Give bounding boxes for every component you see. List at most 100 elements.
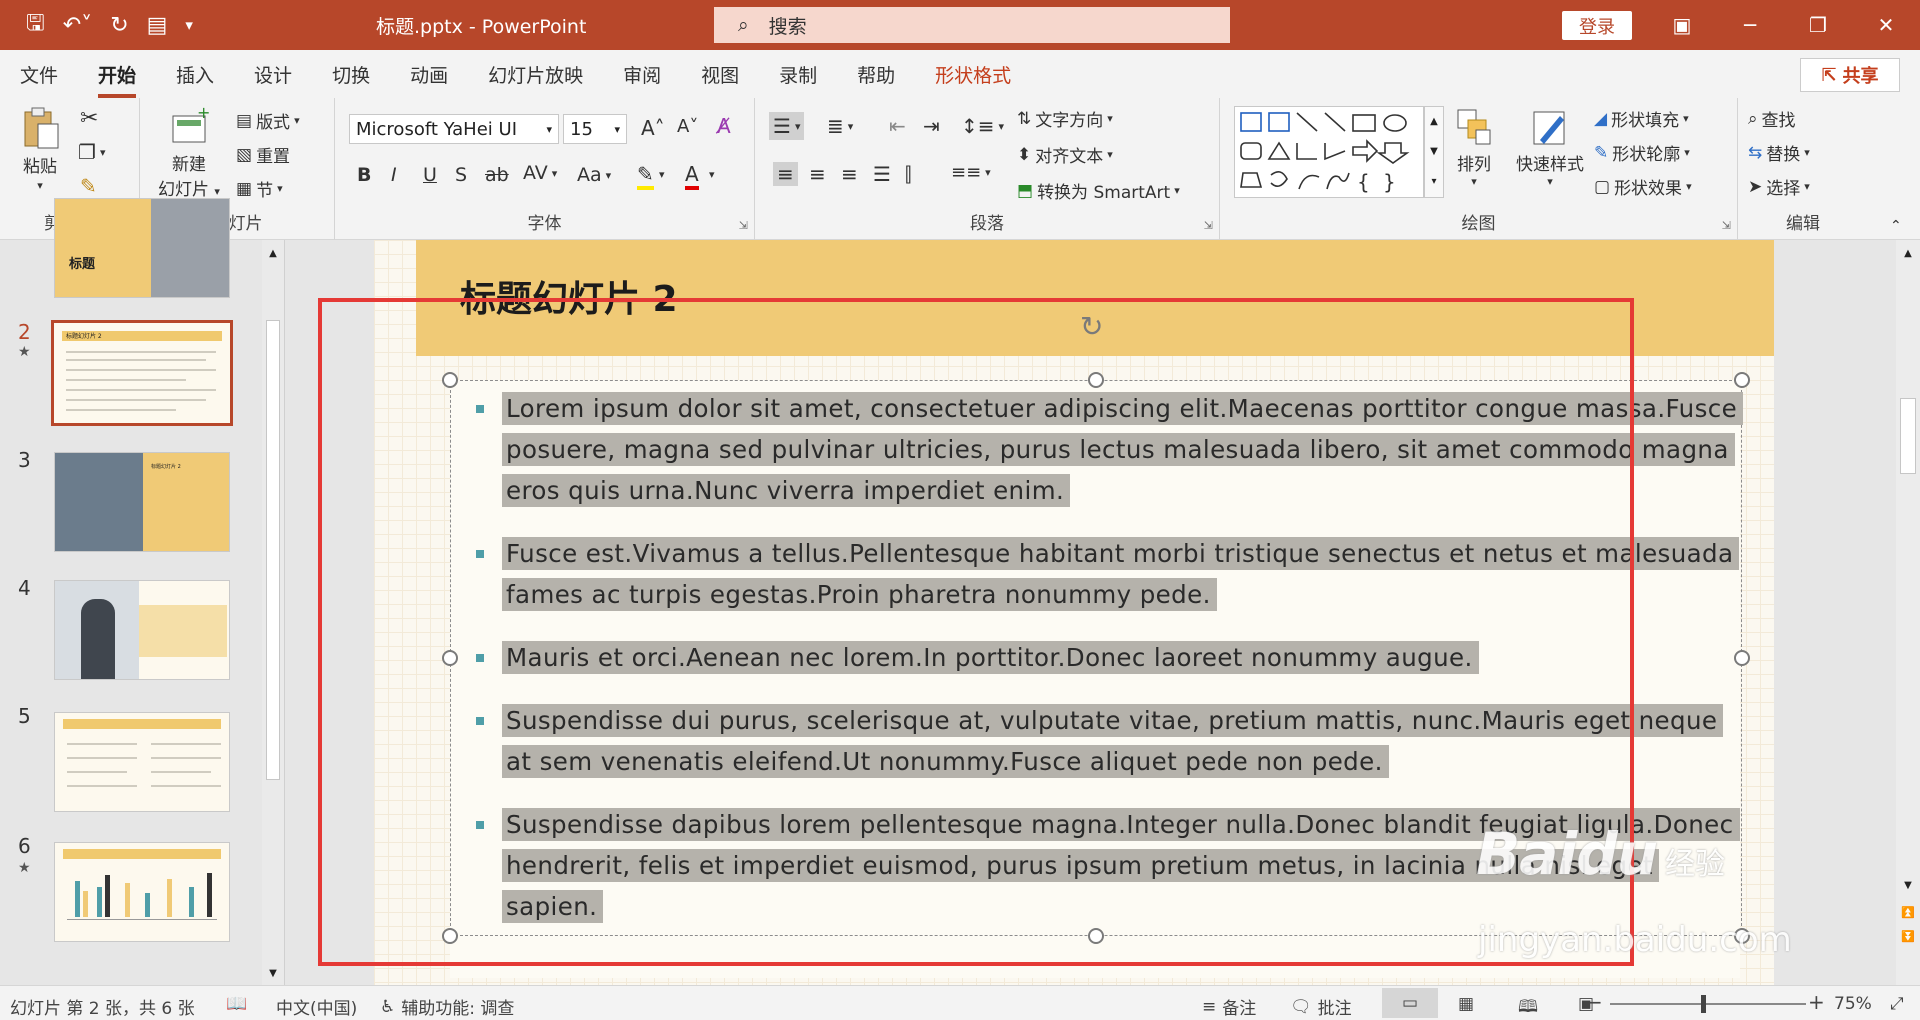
slide-scrollbar[interactable]: ▲ ▼ ⏫ ⏬ <box>1896 240 1920 985</box>
font-color-icon[interactable]: A <box>685 162 699 190</box>
grow-font-icon[interactable]: A˄ <box>641 116 665 140</box>
reset-button[interactable]: ▧ 重置 <box>236 142 290 168</box>
zoom-slider-thumb[interactable] <box>1701 995 1706 1013</box>
tab-insert[interactable]: 插入 <box>176 61 214 88</box>
chevron-down-icon[interactable]: ▾ <box>709 168 715 181</box>
redo-icon[interactable]: ↻ <box>110 13 128 38</box>
shape-effects-button[interactable]: ▢ 形状效果 ▾ <box>1594 174 1692 200</box>
find-button[interactable]: ⌕ 查找 <box>1748 106 1796 132</box>
tab-file[interactable]: 文件 <box>20 61 58 88</box>
save-icon[interactable]: 🖫 <box>26 6 45 44</box>
tab-home[interactable]: 开始 <box>98 61 137 98</box>
paragraph-launcher-icon[interactable]: ⇲ <box>1204 219 1213 232</box>
scroll-down-icon[interactable]: ▼ <box>1896 880 1920 891</box>
spell-check-icon[interactable]: 📖 <box>226 994 247 1014</box>
drawing-launcher-icon[interactable]: ⇲ <box>1722 219 1731 232</box>
shapes-scroll[interactable]: ▲ ▼ ▾ <box>1424 106 1444 198</box>
scroll-down-icon[interactable]: ▼ <box>262 968 284 979</box>
previous-slide-icon[interactable]: ⏫ <box>1896 906 1920 919</box>
shadow-icon[interactable]: S <box>455 164 467 186</box>
tab-transitions[interactable]: 切换 <box>332 61 370 88</box>
copy-icon[interactable]: ❐ ▾ <box>78 140 105 164</box>
numbering-icon[interactable]: ≣ ▾ <box>827 114 853 138</box>
replace-button[interactable]: ⇆ 替换 ▾ <box>1748 140 1810 166</box>
thumbnails-scrollbar[interactable]: ▲ ▼ <box>262 240 284 985</box>
comments-button[interactable]: 🗨 批注 <box>1290 994 1352 1020</box>
ribbon-display-icon[interactable]: ▣ <box>1648 13 1716 37</box>
format-painter-icon[interactable]: ✎ <box>80 174 97 198</box>
resize-handle-n[interactable] <box>1088 372 1104 388</box>
zoom-out-icon[interactable]: − <box>1586 990 1603 1014</box>
share-button[interactable]: ⇱ 共享 <box>1800 58 1900 92</box>
customize-chevron-icon[interactable]: ▾ <box>185 16 193 34</box>
shape-fill-button[interactable]: ◢ 形状填充 ▾ <box>1594 106 1689 132</box>
collapse-ribbon-icon[interactable]: ⌃ <box>1890 218 1902 234</box>
undo-icon[interactable]: ↶˅ <box>63 13 92 38</box>
tab-help[interactable]: 帮助 <box>857 61 895 88</box>
align-left-icon[interactable]: ≡ <box>773 162 798 186</box>
language-status[interactable]: 中文(中国) <box>276 994 357 1019</box>
paste-button[interactable]: 粘贴 ▾ <box>20 106 60 192</box>
section-button[interactable]: ▦ 节 ▾ <box>236 176 283 202</box>
smartart-button[interactable]: ⬒ 转换为 SmartArt ▾ <box>1017 178 1180 204</box>
login-button[interactable]: 登录 <box>1562 11 1632 40</box>
underline-icon[interactable]: U <box>423 164 437 186</box>
slide-thumbnail-6[interactable] <box>54 842 230 942</box>
align-center-icon[interactable]: ≡ <box>809 162 826 186</box>
change-case-icon[interactable]: Aa ▾ <box>577 164 611 186</box>
columns-icon[interactable]: ≡≡ ▾ <box>951 162 991 183</box>
slide-thumbnail-5[interactable] <box>54 712 230 812</box>
bold-icon[interactable]: B <box>357 164 371 186</box>
font-name-select[interactable]: Microsoft YaHei UI ▾ <box>349 114 559 144</box>
present-icon[interactable]: ▤ <box>147 13 168 38</box>
shape-outline-button[interactable]: ✎ 形状轮廓 ▾ <box>1594 140 1690 166</box>
restore-icon[interactable]: ❐ <box>1784 13 1852 37</box>
slide-thumbnail-1[interactable]: 标题 <box>54 198 230 298</box>
thumbnails-scroll-thumb[interactable] <box>266 320 280 780</box>
fit-slide-icon[interactable]: ⤢ <box>1890 994 1904 1014</box>
align-text-button[interactable]: ⬍ 对齐文本 ▾ <box>1017 142 1113 168</box>
layout-button[interactable]: ▤ 版式 ▾ <box>236 108 300 134</box>
resize-handle-nw[interactable] <box>442 372 458 388</box>
char-spacing-icon[interactable]: AV ▾ <box>523 162 557 184</box>
italic-icon[interactable]: I <box>391 164 397 186</box>
tab-design[interactable]: 设计 <box>254 61 292 88</box>
zoom-in-icon[interactable]: + <box>1808 990 1825 1014</box>
resize-handle-ne[interactable] <box>1734 372 1750 388</box>
accessibility-status[interactable]: ♿ 辅助功能: 调查 <box>380 994 514 1020</box>
tab-record[interactable]: 录制 <box>779 61 817 88</box>
slide-thumbnail-3[interactable]: 标题幻灯片 2 <box>54 452 230 552</box>
cut-icon[interactable]: ✂ <box>80 106 98 131</box>
reading-view-icon[interactable]: 🕮 <box>1518 994 1538 1020</box>
align-right-icon[interactable]: ≡ <box>841 162 858 186</box>
close-icon[interactable]: ✕ <box>1852 13 1920 37</box>
slide-scroll-thumb[interactable] <box>1900 398 1916 474</box>
decrease-indent-icon[interactable]: ⇤ <box>889 114 906 138</box>
select-button[interactable]: ➤ 选择 ▾ <box>1748 174 1810 200</box>
tab-view[interactable]: 视图 <box>701 61 739 88</box>
slide-title[interactable]: 标题幻灯片 2 <box>460 270 678 322</box>
resize-handle-w[interactable] <box>442 650 458 666</box>
arrange-button[interactable]: 排列 ▾ <box>1454 106 1494 188</box>
text-direction-button[interactable]: ⇅ 文字方向 ▾ <box>1017 106 1113 132</box>
rotate-handle-icon[interactable]: ↻ <box>1080 310 1103 343</box>
highlight-icon[interactable]: ✎ <box>637 162 654 190</box>
shrink-font-icon[interactable]: A˅ <box>677 116 698 137</box>
bullets-icon[interactable]: ☰ ▾ <box>769 112 805 140</box>
minimize-icon[interactable]: ─ <box>1716 13 1784 37</box>
strikethrough-icon[interactable]: ab <box>485 164 509 186</box>
line-spacing-icon[interactable]: ↕≡ ▾ <box>961 114 1004 138</box>
normal-view-icon[interactable]: ▭ <box>1382 988 1438 1018</box>
increase-indent-icon[interactable]: ⇥ <box>923 114 940 138</box>
resize-handle-sw[interactable] <box>442 928 458 944</box>
new-slide-button[interactable]: + 新建 幻灯片 ▾ <box>158 106 220 200</box>
next-slide-icon[interactable]: ⏬ <box>1896 930 1920 943</box>
notes-button[interactable]: ≡ 备注 <box>1202 994 1256 1020</box>
slide-thumbnail-4[interactable] <box>54 580 230 680</box>
zoom-slider[interactable] <box>1610 1003 1806 1005</box>
scroll-up-icon[interactable]: ▲ <box>262 248 284 259</box>
tab-review[interactable]: 审阅 <box>623 61 661 88</box>
tab-animations[interactable]: 动画 <box>410 61 448 88</box>
font-size-select[interactable]: 15 ▾ <box>563 114 627 144</box>
font-launcher-icon[interactable]: ⇲ <box>739 219 748 232</box>
